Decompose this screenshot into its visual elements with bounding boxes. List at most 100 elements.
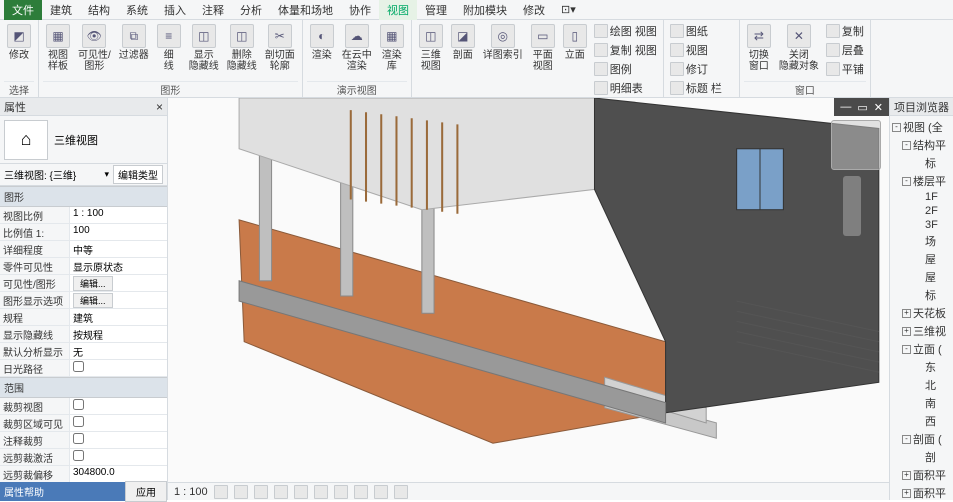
ribbon-关闭隐藏对象[interactable]: ✕关闭 隐藏对象 xyxy=(776,22,822,74)
tree-西[interactable]: 西 xyxy=(892,412,951,430)
ribbon-图纸[interactable]: 图纸 xyxy=(668,22,735,40)
tree-楼层平[interactable]: -楼层平 xyxy=(892,172,951,190)
sun-path-icon[interactable] xyxy=(254,485,268,499)
menu-视图[interactable]: 视图 xyxy=(379,0,417,20)
tree-屋[interactable]: 屋 xyxy=(892,250,951,268)
unhide-icon[interactable] xyxy=(354,485,368,499)
close-view-icon[interactable]: ✕ xyxy=(874,101,883,114)
shadows-icon[interactable] xyxy=(274,485,288,499)
ribbon-渲染库[interactable]: ▦渲染 库 xyxy=(377,22,407,74)
tree-立面 ([interactable]: -立面 ( xyxy=(892,340,951,358)
ribbon-详图索引[interactable]: ◎详图索引 xyxy=(480,22,526,63)
checkbox-远剪裁激活[interactable] xyxy=(73,450,84,461)
menu-体量和场地[interactable]: 体量和场地 xyxy=(270,0,341,20)
props-section-图形[interactable]: 图形 xyxy=(0,186,167,207)
checkbox-裁剪视图[interactable] xyxy=(73,399,84,410)
ribbon-平面视图[interactable]: ▭平面 视图 xyxy=(528,22,558,74)
apply-button[interactable]: 应用 xyxy=(125,481,167,502)
minimize-icon[interactable]: — xyxy=(840,101,851,113)
tree-3F[interactable]: 3F xyxy=(892,218,951,232)
ribbon-视图[interactable]: 视图 xyxy=(668,41,735,59)
tree-toggle-icon[interactable]: + xyxy=(902,471,911,480)
nav-bar[interactable] xyxy=(843,176,861,236)
ribbon-立面[interactable]: ▯立面 xyxy=(560,22,590,63)
menu-结构[interactable]: 结构 xyxy=(80,0,118,20)
tree-天花板[interactable]: +天花板 xyxy=(892,304,951,322)
ribbon-剖面[interactable]: ◪剖面 xyxy=(448,22,478,63)
tree-toggle-icon[interactable]: - xyxy=(902,345,911,354)
menu-建筑[interactable]: 建筑 xyxy=(42,0,80,20)
menu-附加模块[interactable]: 附加模块 xyxy=(455,0,515,20)
viewcube[interactable] xyxy=(831,120,881,170)
menu-系统[interactable]: 系统 xyxy=(118,0,156,20)
menu-overflow-icon[interactable]: ⊡▾ xyxy=(553,1,584,18)
tree-三维视[interactable]: +三维视 xyxy=(892,322,951,340)
instance-name[interactable]: 三维视图: {三维} xyxy=(4,167,100,182)
reveal-icon[interactable] xyxy=(394,485,408,499)
rendering-icon[interactable] xyxy=(294,485,308,499)
ribbon-三维视图[interactable]: ◫三维 视图 xyxy=(416,22,446,74)
maximize-icon[interactable]: ▭ xyxy=(857,101,867,114)
ribbon-层叠[interactable]: 层叠 xyxy=(824,41,866,59)
menu-分析[interactable]: 分析 xyxy=(232,0,270,20)
ribbon-平铺[interactable]: 平铺 xyxy=(824,60,866,78)
tree-剖面 ([interactable]: -剖面 ( xyxy=(892,430,951,448)
tree-toggle-icon[interactable]: - xyxy=(892,123,901,132)
tree-toggle-icon[interactable]: + xyxy=(902,327,911,336)
menu-file[interactable]: 文件 xyxy=(4,0,42,20)
type-selector[interactable]: ⌂ 三维视图 xyxy=(0,116,167,164)
ribbon-剖切面轮廓[interactable]: ✂剖切面 轮廓 xyxy=(262,22,298,74)
ribbon-渲染[interactable]: ◐渲染 xyxy=(307,22,337,63)
ribbon-绘图视图[interactable]: 绘图 视图 xyxy=(592,22,659,40)
tree-toggle-icon[interactable]: - xyxy=(902,177,911,186)
tree-toggle-icon[interactable]: + xyxy=(902,309,911,318)
ribbon-切换窗口[interactable]: ⇄切换 窗口 xyxy=(744,22,774,74)
ribbon-明细表[interactable]: 明细表 xyxy=(592,79,659,97)
properties-help[interactable]: 属性帮助 xyxy=(0,482,125,501)
ribbon-视图样板[interactable]: ▦视图 样板 xyxy=(43,22,73,74)
menu-修改[interactable]: 修改 xyxy=(515,0,553,20)
viewport-3d[interactable]: — ▭ ✕ 1 : 100 xyxy=(168,98,889,500)
edit-button-图形显示选项[interactable]: 编辑... xyxy=(73,293,113,308)
tree-1F[interactable]: 1F xyxy=(892,190,951,204)
ribbon-细线[interactable]: ≡细 线 xyxy=(154,22,184,74)
ribbon-图例[interactable]: 图例 xyxy=(592,60,659,78)
menu-协作[interactable]: 协作 xyxy=(341,0,379,20)
scale-display[interactable]: 1 : 100 xyxy=(174,486,208,498)
menu-插入[interactable]: 插入 xyxy=(156,0,194,20)
tree-2F[interactable]: 2F xyxy=(892,204,951,218)
ribbon-修订[interactable]: 修订 xyxy=(668,60,735,78)
tree-视图 (全[interactable]: -视图 (全 xyxy=(892,118,951,136)
tree-场[interactable]: 场 xyxy=(892,232,951,250)
tree-toggle-icon[interactable]: - xyxy=(902,141,911,150)
crop-region-icon[interactable] xyxy=(334,485,348,499)
tree-toggle-icon[interactable]: + xyxy=(902,489,911,498)
tree-标[interactable]: 标 xyxy=(892,154,951,172)
tree-toggle-icon[interactable]: - xyxy=(902,435,911,444)
ribbon-可见性/图形[interactable]: 👁可见性/ 图形 xyxy=(75,22,114,74)
ribbon-删除隐藏线[interactable]: ◫删除 隐藏线 xyxy=(224,22,260,74)
tree-面积平[interactable]: +面积平 xyxy=(892,466,951,484)
props-section-范围[interactable]: 范围 xyxy=(0,377,167,398)
checkbox-日光路径[interactable] xyxy=(73,361,84,372)
tree-剖[interactable]: 剖 xyxy=(892,448,951,466)
menu-管理[interactable]: 管理 xyxy=(417,0,455,20)
visual-style-icon[interactable] xyxy=(234,485,248,499)
tree-结构平[interactable]: -结构平 xyxy=(892,136,951,154)
checkbox-注释裁剪[interactable] xyxy=(73,433,84,444)
checkbox-裁剪区域可见[interactable] xyxy=(73,416,84,427)
tree-南[interactable]: 南 xyxy=(892,394,951,412)
ribbon-复制视图[interactable]: 复制 视图 xyxy=(592,41,659,59)
tree-屋[interactable]: 屋 xyxy=(892,268,951,286)
edit-button-可见性/图形[interactable]: 编辑... xyxy=(73,276,113,291)
tree-东[interactable]: 东 xyxy=(892,358,951,376)
ribbon-显示隐藏线[interactable]: ◫显示 隐藏线 xyxy=(186,22,222,74)
menu-注释[interactable]: 注释 xyxy=(194,0,232,20)
ribbon-标题栏[interactable]: 标题 栏 xyxy=(668,79,735,97)
close-icon[interactable]: × xyxy=(156,100,163,114)
ribbon-修改[interactable]: ◩修改 xyxy=(4,22,34,63)
edit-type-button[interactable]: 编辑类型 xyxy=(113,165,163,184)
ribbon-在云中渲染[interactable]: ☁在云中 渲染 xyxy=(339,22,375,74)
ribbon-过滤器[interactable]: ⧉过滤器 xyxy=(116,22,152,63)
temp-hide-icon[interactable] xyxy=(374,485,388,499)
